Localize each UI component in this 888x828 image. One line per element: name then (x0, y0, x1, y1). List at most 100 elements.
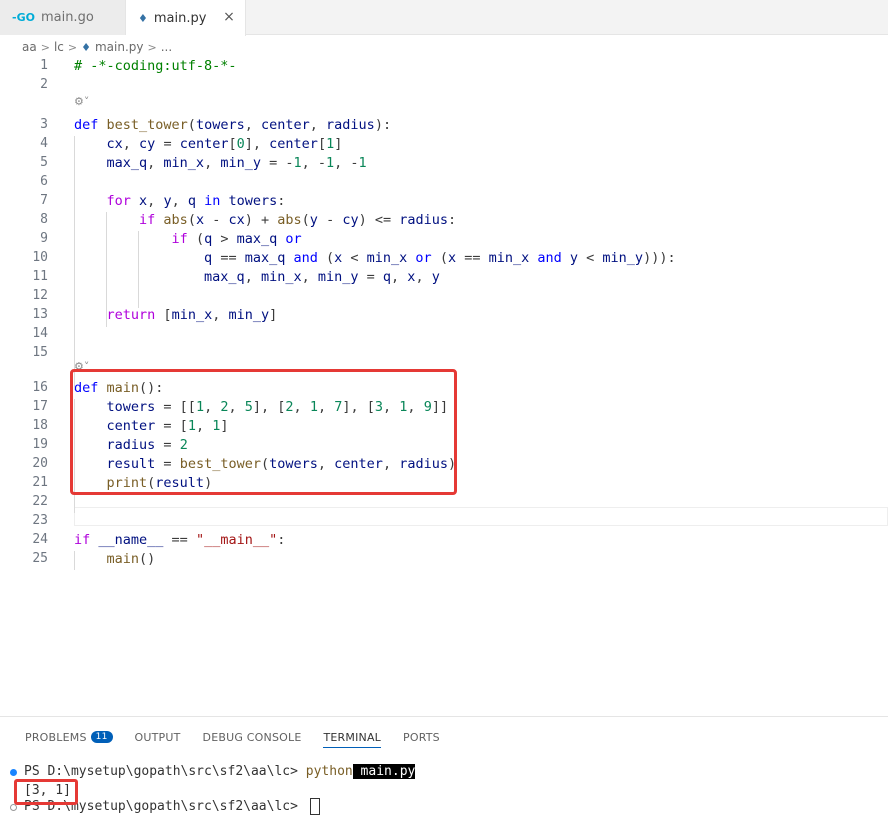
tab-label: TERMINAL (323, 730, 382, 744)
code-token: __name__ (98, 532, 164, 548)
code-line[interactable]: # -*-coding:utf-8-*- (74, 58, 237, 74)
terminal-command: python (305, 764, 353, 779)
breadcrumb-item-file[interactable]: main.py (95, 40, 144, 54)
command-pending-dot-icon (10, 804, 17, 811)
code-token: y (431, 269, 440, 285)
code-token: == (456, 250, 489, 266)
code-token: radius (399, 212, 449, 228)
code-token: y (569, 250, 579, 266)
code-token: max_q (244, 250, 286, 266)
code-token: = (155, 136, 180, 152)
code-token: ( (325, 250, 335, 266)
code-token: q (382, 269, 392, 285)
tab-main-py[interactable]: ♦ main.py × (126, 0, 246, 36)
bottom-panel: PROBLEMS 11 OUTPUT DEBUG CONSOLE TERMINA… (0, 716, 888, 828)
code-line[interactable]: if abs(x - cx) + abs(y - cy) <= radius: (74, 212, 456, 228)
tab-label: main.go (40, 10, 94, 25)
code-token: cy (342, 212, 359, 228)
breadcrumb-item-symbol[interactable]: ... (161, 40, 172, 54)
line-number: 6 (40, 174, 48, 189)
code-token: > (212, 231, 237, 247)
code-token: min_y (220, 155, 261, 171)
code-token: 1 (326, 155, 335, 171)
tab-debug-console[interactable]: DEBUG CONSOLE (203, 727, 302, 747)
code-token: center (269, 136, 318, 152)
code-token: if (74, 532, 99, 548)
code-token: ) <= (358, 212, 400, 228)
code-token: , (147, 193, 164, 209)
tab-output[interactable]: OUTPUT (135, 727, 181, 747)
code-line[interactable]: return [min_x, min_y] (74, 307, 278, 323)
code-token: # -*-coding:utf-8-*- (74, 58, 237, 74)
line-number: 21 (32, 475, 48, 490)
code-token: ], (244, 136, 270, 152)
code-line[interactable]: if (q > max_q or (74, 231, 302, 247)
code-token: , (391, 269, 408, 285)
terminal-cursor (309, 798, 320, 815)
breadcrumb-item-aa[interactable]: aa (22, 40, 37, 54)
code-token: : (277, 532, 286, 548)
indent-guide (74, 551, 75, 570)
terminal-command-arg: main.py (352, 764, 416, 779)
breadcrumb-item-lc[interactable]: lc (54, 40, 64, 54)
line-number: 3 (40, 117, 48, 132)
tab-problems[interactable]: PROBLEMS 11 (25, 727, 113, 747)
line-number: 22 (32, 494, 48, 509)
code-token: 0 (236, 136, 245, 152)
line-number: 13 (32, 307, 48, 322)
tab-label: DEBUG CONSOLE (202, 730, 302, 744)
code-line[interactable]: max_q, min_x, min_y = -1, -1, -1 (74, 155, 367, 171)
code-token: , (212, 307, 229, 323)
terminal-prompt: PS D:\mysetup\gopath\src\sf2\aa\lc> (24, 764, 306, 779)
code-token: x (195, 212, 205, 228)
code-token: ( (439, 250, 448, 266)
code-token: ( (187, 212, 196, 228)
code-token: max_q (236, 231, 278, 247)
code-line[interactable]: if __name__ == "__main__": (74, 532, 285, 548)
code-token: cx (106, 136, 123, 152)
chevron-right-icon: > (67, 40, 78, 54)
code-token: [ (163, 307, 172, 323)
line-number: 12 (32, 288, 48, 303)
code-token: return (106, 307, 164, 323)
tab-main-go[interactable]: -GO main.go (0, 0, 126, 35)
code-token: < (342, 250, 367, 266)
command-success-dot-icon[interactable] (10, 769, 17, 776)
code-token: for (106, 193, 140, 209)
code-line[interactable]: max_q, min_x, min_y = q, x, y (74, 269, 440, 285)
code-line[interactable]: q == max_q and (x < min_x or (x == min_x… (74, 250, 676, 266)
code-token: , (204, 155, 221, 171)
code-editor[interactable]: 1 # -*-coding:utf-8-*- 2 3 def best_tower(to… (0, 58, 888, 718)
problems-count-badge: 11 (90, 731, 113, 743)
code-line[interactable]: main() (74, 551, 156, 567)
code-token: 1 (293, 155, 302, 171)
line-number: 5 (40, 155, 48, 170)
code-line[interactable]: for x, y, q in towers: (74, 193, 286, 209)
python-icon: ♦ (81, 40, 91, 54)
code-token: , (122, 136, 140, 152)
go-icon: -GO (12, 11, 35, 24)
code-token: or (407, 250, 440, 266)
codelens-icon[interactable]: ⚙˅ (74, 95, 89, 108)
code-token: min_x (171, 307, 213, 323)
close-icon[interactable]: × (221, 9, 237, 25)
code-line[interactable]: cx, cy = center[0], center[1] (74, 136, 343, 152)
code-token: : (277, 193, 286, 209)
code-token: y (163, 193, 172, 209)
line-number: 15 (32, 345, 48, 360)
code-token: best_tower (106, 117, 188, 133)
annotation-highlight-box (14, 779, 78, 805)
code-token: , (415, 269, 432, 285)
tab-terminal[interactable]: TERMINAL (323, 727, 382, 748)
chevron-right-icon: > (40, 40, 50, 54)
indent-guide (138, 231, 139, 308)
code-token: , (147, 155, 164, 171)
tab-ports[interactable]: PORTS (403, 727, 440, 747)
code-token: cx (228, 212, 245, 228)
code-line[interactable]: def best_tower(towers, center, radius): (74, 117, 391, 133)
